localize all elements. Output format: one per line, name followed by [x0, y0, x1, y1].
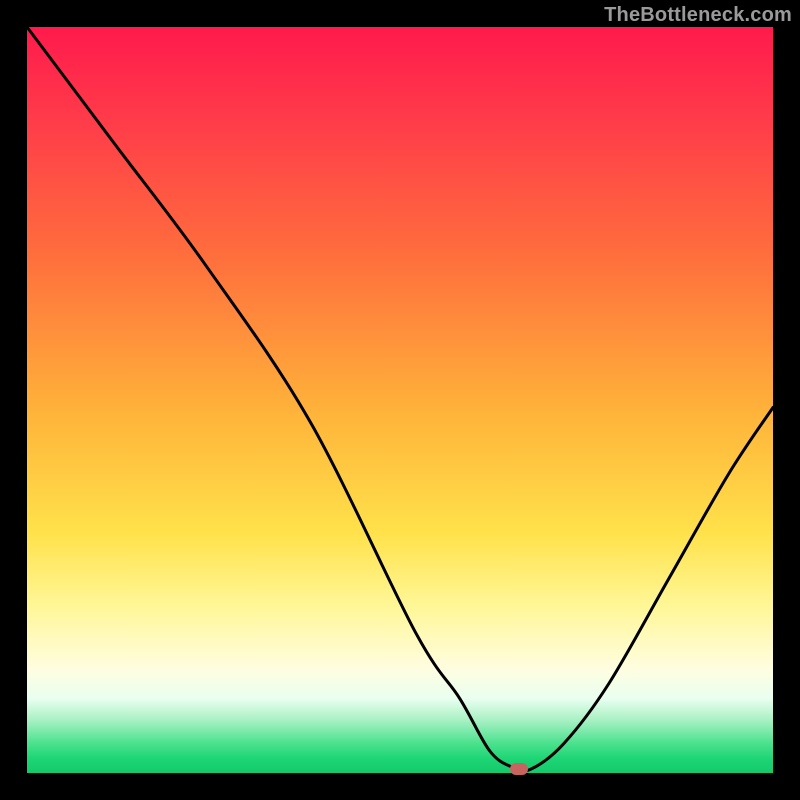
curve-path — [27, 27, 773, 771]
watermark-text: TheBottleneck.com — [604, 4, 792, 27]
chart-frame: TheBottleneck.com — [0, 0, 800, 800]
bottleneck-curve — [27, 27, 773, 773]
curve-minimum-marker — [510, 763, 528, 775]
plot-area — [27, 27, 773, 773]
